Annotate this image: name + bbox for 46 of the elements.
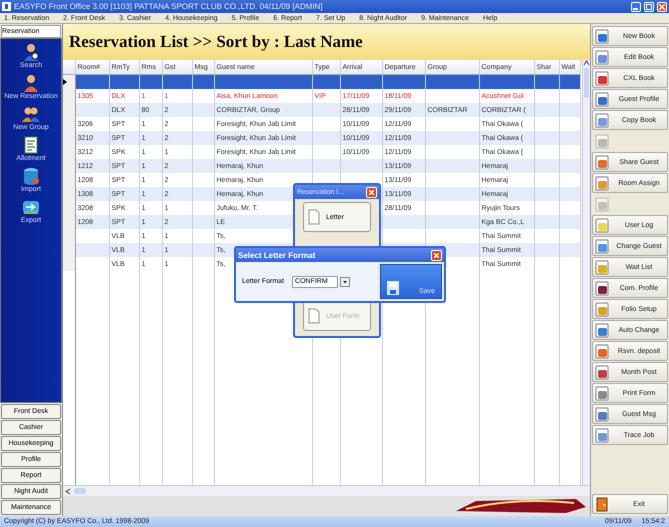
document-icon xyxy=(595,28,609,44)
document-icon xyxy=(595,428,609,442)
close-icon xyxy=(434,252,439,258)
scroll-left-icon[interactable] xyxy=(65,488,72,494)
document-icon xyxy=(595,302,609,316)
maximize-icon xyxy=(646,4,652,10)
scrollbar-thumb[interactable] xyxy=(74,488,86,494)
document-icon xyxy=(595,112,609,128)
scrollbar-thumb[interactable] xyxy=(584,68,589,98)
document-icon xyxy=(595,406,609,422)
document-icon xyxy=(595,322,609,338)
close-icon xyxy=(659,4,665,10)
page-heading: Reservation List >> Sort by : Last Name xyxy=(63,24,590,60)
document-icon xyxy=(595,176,609,190)
database-icon[interactable] xyxy=(22,167,40,185)
scroll-up-icon[interactable] xyxy=(583,60,590,67)
close-button[interactable] xyxy=(431,250,442,260)
people-icon[interactable] xyxy=(22,105,40,123)
maximize-button[interactable] xyxy=(644,2,654,12)
document-icon xyxy=(595,50,609,64)
close-icon xyxy=(369,190,374,194)
document-icon xyxy=(595,364,609,380)
minimize-button[interactable] xyxy=(631,2,641,12)
document-icon xyxy=(595,92,609,106)
document-icon xyxy=(595,386,609,400)
document-icon xyxy=(595,154,609,170)
document-icon xyxy=(595,260,609,274)
document-icon xyxy=(595,238,609,254)
document-icon xyxy=(308,209,320,225)
window-title: EASYFO Front Office 3.00 [1103] PATTANA SPORT CLUB CO.,LTD. 04/11/09 [ADMIN] xyxy=(14,2,324,11)
close-button[interactable] xyxy=(657,2,667,12)
document-icon xyxy=(595,134,609,148)
document-icon xyxy=(308,308,320,324)
document-icon xyxy=(595,344,609,358)
person-search-icon[interactable] xyxy=(22,43,40,61)
close-button[interactable] xyxy=(366,186,377,198)
document-icon xyxy=(595,218,609,232)
document-icon xyxy=(595,280,609,296)
door-icon xyxy=(595,496,609,512)
dropdown-caret-icon[interactable] xyxy=(340,276,350,286)
document-icon[interactable] xyxy=(22,136,40,154)
document-icon xyxy=(595,70,609,86)
person-icon[interactable] xyxy=(22,74,40,92)
row-pointer-icon xyxy=(63,79,67,85)
app-icon xyxy=(2,2,11,11)
document-icon xyxy=(595,196,609,212)
